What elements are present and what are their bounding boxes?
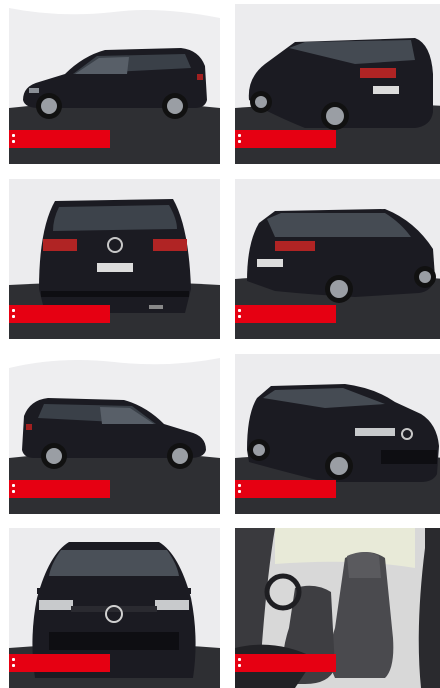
price-label-bar	[235, 480, 336, 498]
label-dot-icon	[12, 309, 15, 312]
label-dot-icon	[12, 140, 15, 143]
label-dot-icon	[238, 664, 241, 667]
gallery-photo-front[interactable]	[9, 528, 220, 688]
label-dot-icon	[12, 134, 15, 137]
label-dot-icon	[238, 309, 241, 312]
price-label-bar	[9, 130, 110, 148]
price-label-bar	[235, 305, 336, 323]
label-dot-icon	[238, 484, 241, 487]
label-dot-icon	[238, 658, 241, 661]
gallery-photo-interior-front-seats[interactable]	[235, 528, 440, 688]
price-label-bar	[235, 130, 336, 148]
label-dot-icon	[12, 484, 15, 487]
gallery-photo-side-left[interactable]	[9, 4, 220, 164]
label-dot-icon	[238, 134, 241, 137]
price-label-bar	[9, 654, 110, 672]
label-dot-icon	[238, 140, 241, 143]
price-label-bar	[235, 654, 336, 672]
price-label-bar	[9, 480, 110, 498]
label-dot-icon	[238, 315, 241, 318]
label-dot-icon	[12, 664, 15, 667]
vehicle-photo-gallery	[0, 0, 440, 688]
gallery-photo-rear-three-quarter-left[interactable]	[235, 4, 440, 164]
price-label-bar	[9, 305, 110, 323]
gallery-photo-front-three-quarter-right[interactable]	[235, 354, 440, 514]
label-dot-icon	[12, 658, 15, 661]
gallery-photo-rear[interactable]	[9, 179, 220, 339]
gallery-photo-rear-three-quarter-right[interactable]	[235, 179, 440, 339]
label-dot-icon	[238, 490, 241, 493]
gallery-photo-side-right[interactable]	[9, 354, 220, 514]
label-dot-icon	[12, 490, 15, 493]
label-dot-icon	[12, 315, 15, 318]
